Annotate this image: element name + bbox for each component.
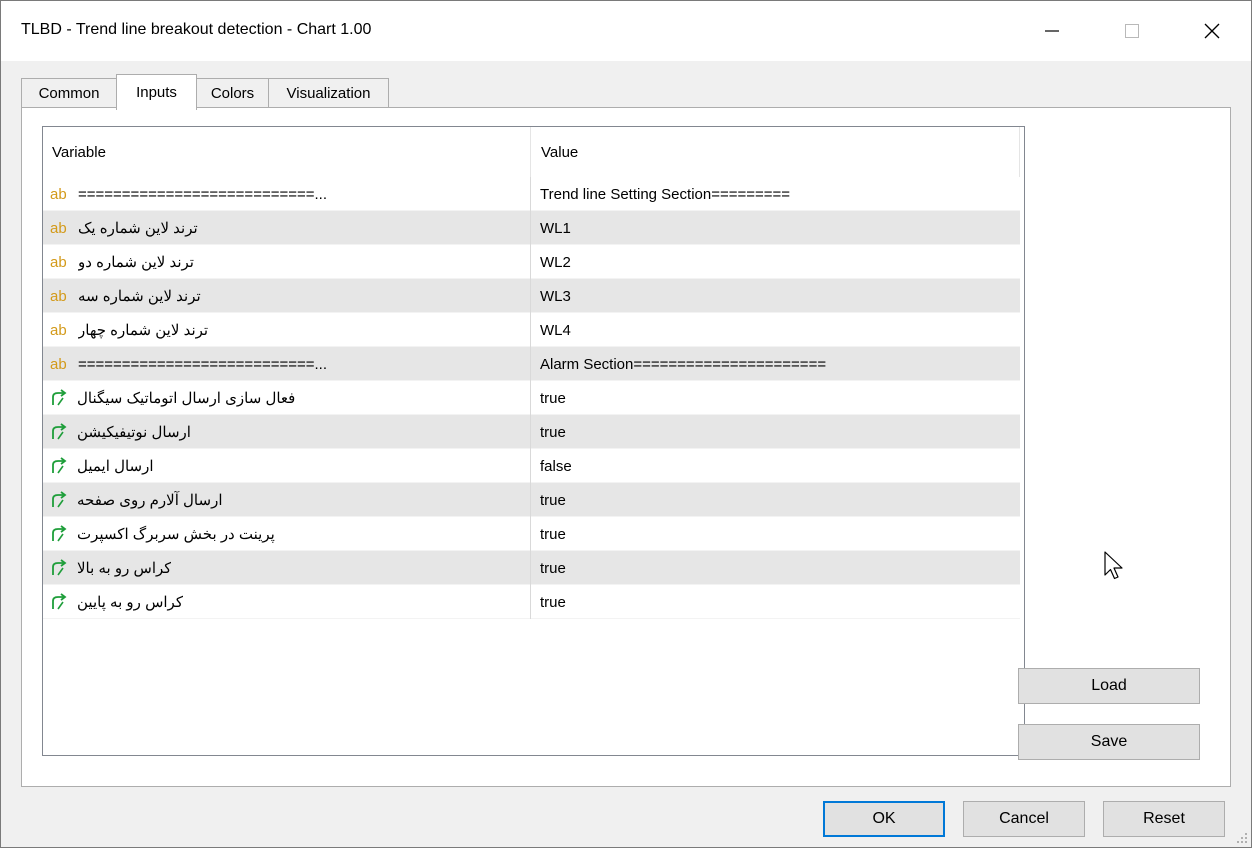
boolean-type-icon (49, 423, 71, 441)
value-cell[interactable]: false (532, 449, 1020, 483)
value-cell[interactable]: Alarm Section====================== (532, 347, 1020, 381)
value-cell[interactable]: true (532, 585, 1020, 619)
variable-cell[interactable]: ab ترند لاین شماره سه (43, 279, 531, 313)
table-row[interactable]: ab ترند لاین شماره یک WL1 (43, 211, 1020, 245)
variable-name: ترند لاین شماره چهار (78, 322, 209, 339)
value-cell[interactable]: true (532, 415, 1020, 449)
variable-cell[interactable]: ارسال آلارم روی صفحه (43, 483, 531, 517)
variable-name: ارسال ایمیل (77, 458, 154, 475)
string-type-icon: ab (50, 185, 67, 203)
table-row[interactable]: ab ترند لاین شماره چهار WL4 (43, 313, 1020, 347)
load-button[interactable]: Load (1018, 668, 1200, 704)
variable-cell[interactable]: کراس رو به پایین (43, 585, 531, 619)
table-row[interactable]: ارسال آلارم روی صفحه true (43, 483, 1020, 517)
variable-cell[interactable]: ab ترند لاین شماره یک (43, 211, 531, 245)
boolean-type-icon (49, 389, 71, 407)
value-cell[interactable]: WL2 (532, 245, 1020, 279)
variable-cell[interactable]: ab ترند لاین شماره دو (43, 245, 531, 279)
boolean-type-icon (49, 491, 71, 509)
table-row[interactable]: ab ترند لاین شماره دو WL2 (43, 245, 1020, 279)
string-type-icon: ab (50, 219, 67, 237)
variable-name: فعال سازی ارسال اتوماتیک سیگنال (77, 390, 296, 407)
variable-name: ===========================... (78, 355, 328, 373)
maximize-button (1103, 1, 1161, 61)
variable-cell[interactable]: فعال سازی ارسال اتوماتیک سیگنال (43, 381, 531, 415)
variable-cell[interactable]: کراس رو به بالا (43, 551, 531, 585)
value-cell[interactable]: WL1 (532, 211, 1020, 245)
variable-name: ===========================... (78, 185, 328, 203)
maximize-icon (1125, 24, 1139, 38)
boolean-type-icon (49, 559, 71, 577)
minimize-button[interactable] (1023, 1, 1081, 61)
column-header-variable[interactable]: Variable (43, 127, 531, 177)
boolean-type-icon (49, 457, 71, 475)
variable-name: ترند لاین شماره دو (78, 254, 194, 271)
close-icon (1204, 23, 1220, 39)
table-row[interactable]: ab ===========================... Alarm Se… (43, 347, 1020, 381)
mouse-cursor-icon (1104, 551, 1123, 580)
tab-visualization[interactable]: Visualization (268, 78, 389, 108)
properties-dialog: TLBD - Trend line breakout detection - C… (0, 0, 1252, 848)
boolean-type-icon (49, 593, 71, 611)
value-cell[interactable]: true (532, 483, 1020, 517)
table-row[interactable]: ارسال ایمیل false (43, 449, 1020, 483)
value-cell[interactable]: Trend line Setting Section========= (532, 177, 1020, 211)
table-row[interactable]: ab ===========================... Trend li… (43, 177, 1020, 211)
value-cell[interactable]: WL3 (532, 279, 1020, 313)
inputs-grid: Variable Value ab =======================… (42, 126, 1025, 756)
table-row[interactable]: فعال سازی ارسال اتوماتیک سیگنال true (43, 381, 1020, 415)
tab-inputs[interactable]: Inputs (116, 74, 197, 110)
cancel-button[interactable]: Cancel (963, 801, 1085, 837)
title-bar[interactable]: TLBD - Trend line breakout detection - C… (1, 1, 1251, 61)
variable-cell[interactable]: ارسال ایمیل (43, 449, 531, 483)
variable-name: ارسال نوتیفیکیشن (77, 424, 191, 441)
variable-cell[interactable]: ab ===========================... (43, 177, 531, 211)
grid-header: Variable Value (43, 127, 1020, 177)
table-row[interactable]: کراس رو به بالا true (43, 551, 1020, 585)
variable-name: پرینت در بخش سربرگ اکسپرت (77, 526, 275, 543)
window-title: TLBD - Trend line breakout detection - C… (21, 21, 372, 38)
variable-name: ترند لاین شماره یک (78, 220, 198, 237)
variable-name: ترند لاین شماره سه (78, 288, 201, 305)
string-type-icon: ab (50, 253, 67, 271)
boolean-type-icon (49, 525, 71, 543)
value-cell[interactable]: true (532, 381, 1020, 415)
close-button[interactable] (1183, 1, 1241, 61)
tab-common[interactable]: Common (21, 78, 117, 108)
variable-cell[interactable]: پرینت در بخش سربرگ اکسپرت (43, 517, 531, 551)
value-cell[interactable]: true (532, 517, 1020, 551)
string-type-icon: ab (50, 355, 67, 373)
tab-colors[interactable]: Colors (196, 78, 269, 108)
minimize-icon (1045, 30, 1059, 32)
inputs-panel: Variable Value ab =======================… (21, 107, 1231, 787)
variable-name: کراس رو به بالا (77, 560, 172, 577)
table-row[interactable]: ab ترند لاین شماره سه WL3 (43, 279, 1020, 313)
reset-button[interactable]: Reset (1103, 801, 1225, 837)
value-cell[interactable]: WL4 (532, 313, 1020, 347)
variable-name: کراس رو به پایین (77, 594, 183, 611)
variable-name: ارسال آلارم روی صفحه (77, 492, 223, 509)
column-header-value[interactable]: Value (531, 127, 1020, 177)
resize-grip-icon[interactable] (1235, 831, 1249, 845)
table-row[interactable]: کراس رو به پایین true (43, 585, 1020, 619)
table-row[interactable]: پرینت در بخش سربرگ اکسپرت true (43, 517, 1020, 551)
variable-cell[interactable]: ab ===========================... (43, 347, 531, 381)
table-row[interactable]: ارسال نوتیفیکیشن true (43, 415, 1020, 449)
variable-cell[interactable]: ab ترند لاین شماره چهار (43, 313, 531, 347)
value-cell[interactable]: true (532, 551, 1020, 585)
string-type-icon: ab (50, 321, 67, 339)
save-button[interactable]: Save (1018, 724, 1200, 760)
variable-cell[interactable]: ارسال نوتیفیکیشن (43, 415, 531, 449)
ok-button[interactable]: OK (823, 801, 945, 837)
string-type-icon: ab (50, 287, 67, 305)
